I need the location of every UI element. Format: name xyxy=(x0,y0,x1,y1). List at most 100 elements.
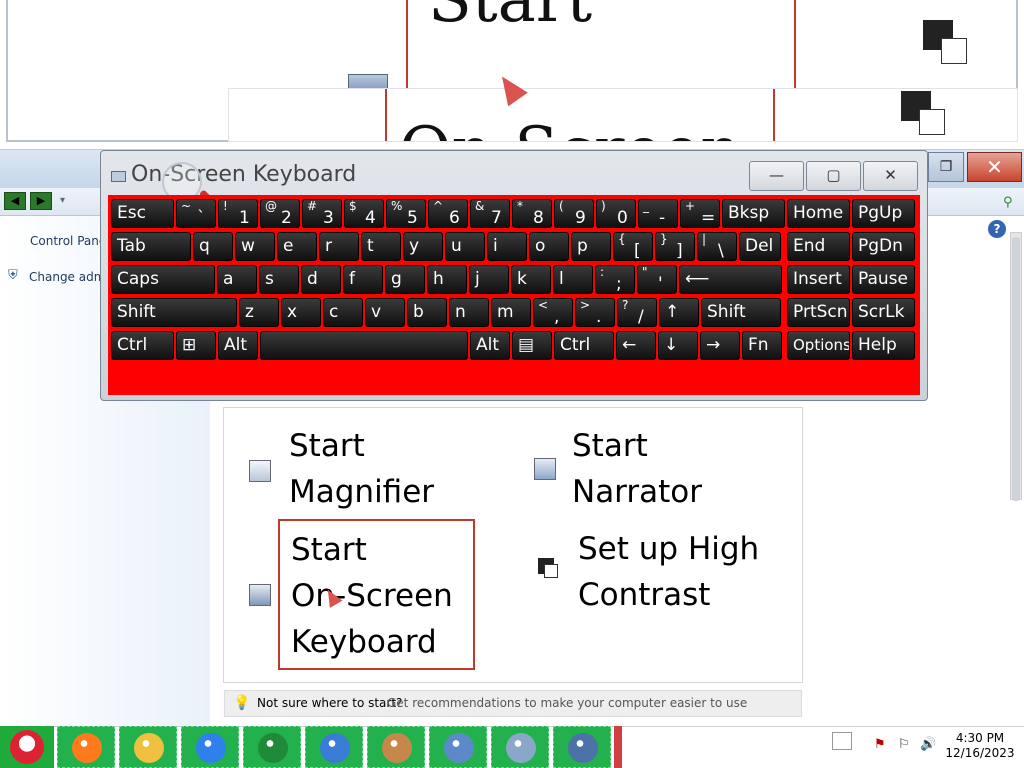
key-fn[interactable]: Fn xyxy=(742,331,782,360)
osk-minimize-button[interactable]: — xyxy=(749,161,804,191)
key-space[interactable]: ⟵ xyxy=(679,265,782,294)
taskbar-item-firefox[interactable] xyxy=(57,726,115,768)
taskbar-item-control-panel[interactable] xyxy=(429,726,487,768)
key-c[interactable]: c xyxy=(323,298,363,327)
key-a[interactable]: a xyxy=(217,265,257,294)
key-space[interactable]: {[ xyxy=(613,232,653,261)
key-s[interactable]: s xyxy=(259,265,299,294)
key-d[interactable]: d xyxy=(301,265,341,294)
key-f[interactable]: f xyxy=(343,265,383,294)
key-prtscn[interactable]: PrtScn xyxy=(787,298,850,327)
key-space[interactable]: | \ xyxy=(697,232,737,261)
key-v[interactable]: v xyxy=(365,298,405,327)
start-narrator-link[interactable]: Start Narrator xyxy=(572,423,702,515)
key-8[interactable]: * 8 xyxy=(512,199,552,228)
taskbar-item-file-explorer[interactable] xyxy=(119,726,177,768)
key-insert[interactable]: Insert xyxy=(787,265,850,294)
key-q[interactable]: q xyxy=(193,232,233,261)
key-space[interactable]: :; xyxy=(595,265,635,294)
key-space[interactable]: " ' xyxy=(637,265,677,294)
taskbar-item-messenger[interactable] xyxy=(305,726,363,768)
key-n[interactable]: n xyxy=(449,298,489,327)
key-bksp[interactable]: Bksp xyxy=(722,199,785,228)
key-space[interactable]: ▤ xyxy=(512,331,552,360)
key-y[interactable]: y xyxy=(403,232,443,261)
key-space[interactable]: ↓ xyxy=(658,331,698,360)
key-5[interactable]: % 5 xyxy=(386,199,426,228)
key-space[interactable] xyxy=(260,331,468,360)
key-4[interactable]: $4 xyxy=(344,199,384,228)
key-space[interactable]: ? / xyxy=(617,298,657,327)
key-space[interactable]: >. xyxy=(575,298,615,327)
key-space[interactable]: ← xyxy=(616,331,656,360)
key-b[interactable]: b xyxy=(407,298,447,327)
key-end[interactable]: End xyxy=(787,232,850,261)
key-caps[interactable]: Caps xyxy=(111,265,215,294)
key-t[interactable]: t xyxy=(361,232,401,261)
key-z[interactable]: z xyxy=(239,298,279,327)
key-7[interactable]: & 7 xyxy=(470,199,510,228)
setup-high-contrast-link[interactable]: Set up High Contrast xyxy=(578,526,759,618)
key-shift[interactable]: Shift xyxy=(111,298,237,327)
key-space[interactable]: + = xyxy=(680,199,720,228)
taskbar-item-tree[interactable] xyxy=(243,726,301,768)
network-error-icon[interactable]: ⚑ xyxy=(874,737,886,752)
key-i[interactable]: i xyxy=(487,232,527,261)
osk-close-button[interactable]: ✕ xyxy=(863,161,918,191)
key-6[interactable]: ^ 6 xyxy=(428,199,468,228)
key-r[interactable]: r xyxy=(319,232,359,261)
key-e[interactable]: e xyxy=(277,232,317,261)
cp-close-button[interactable]: ✕ xyxy=(967,152,1022,182)
key-space[interactable]: ~ ` xyxy=(176,199,216,228)
back-button[interactable]: ◀ xyxy=(4,192,26,210)
key-home[interactable]: Home xyxy=(787,199,850,228)
start-magnifier-link[interactable]: Start Magnifier xyxy=(289,423,434,515)
start-button[interactable] xyxy=(0,726,54,768)
osk-maximize-button[interactable]: ▢ xyxy=(806,161,861,191)
recent-pages-chevron-icon[interactable]: ▾ xyxy=(60,195,65,206)
key-esc[interactable]: Esc xyxy=(111,199,174,228)
key-0[interactable]: ) 0 xyxy=(596,199,636,228)
key-pgdn[interactable]: PgDn xyxy=(852,232,915,261)
key-ctrl[interactable]: Ctrl xyxy=(554,331,614,360)
key-2[interactable]: @2 xyxy=(260,199,300,228)
key-space[interactable]: → xyxy=(700,331,740,360)
key-w[interactable]: w xyxy=(235,232,275,261)
taskbar-item-keyboard-app[interactable] xyxy=(491,726,549,768)
key-shift[interactable]: Shift xyxy=(701,298,781,327)
key-alt[interactable]: Alt xyxy=(470,331,510,360)
cp-scrollbar-thumb[interactable] xyxy=(1012,237,1020,501)
key-options[interactable]: Options xyxy=(787,331,850,360)
key-pause[interactable]: Pause xyxy=(852,265,915,294)
key-space[interactable]: <, xyxy=(533,298,573,327)
key-x[interactable]: x xyxy=(281,298,321,327)
key-space[interactable]: _ - xyxy=(638,199,678,228)
key-space[interactable]: }] xyxy=(655,232,695,261)
taskbar-item-chrome[interactable] xyxy=(181,726,239,768)
key-space[interactable]: ↑ xyxy=(659,298,699,327)
key-pgup[interactable]: PgUp xyxy=(852,199,915,228)
taskbar-item-ease-of-access[interactable] xyxy=(553,726,611,768)
key-o[interactable]: o xyxy=(529,232,569,261)
cp-scrollbar[interactable] xyxy=(1010,232,1022,501)
key-1[interactable]: ! 1 xyxy=(218,199,258,228)
key-m[interactable]: m xyxy=(491,298,531,327)
action-center-icon[interactable]: ⚐ xyxy=(898,737,910,752)
help-icon[interactable]: ? xyxy=(988,220,1006,238)
key-space[interactable]: ⊞ xyxy=(176,331,216,360)
search-icon[interactable]: ⚲ xyxy=(1003,195,1016,210)
key-p[interactable]: p xyxy=(571,232,611,261)
taskbar-item-paint[interactable] xyxy=(367,726,425,768)
key-del[interactable]: Del xyxy=(739,232,781,261)
key-help[interactable]: Help xyxy=(852,331,915,360)
key-h[interactable]: h xyxy=(427,265,467,294)
recommendations-link[interactable]: Get recommendations to make your compute… xyxy=(387,696,747,710)
key-3[interactable]: #3 xyxy=(302,199,342,228)
key-k[interactable]: k xyxy=(511,265,551,294)
key-g[interactable]: g xyxy=(385,265,425,294)
clock[interactable]: 4:30 PM 12/16/2023 xyxy=(945,731,1015,761)
key-u[interactable]: u xyxy=(445,232,485,261)
volume-icon[interactable]: 🔊 xyxy=(920,737,936,752)
key-tab[interactable]: Tab xyxy=(111,232,191,261)
key-9[interactable]: (9 xyxy=(554,199,594,228)
